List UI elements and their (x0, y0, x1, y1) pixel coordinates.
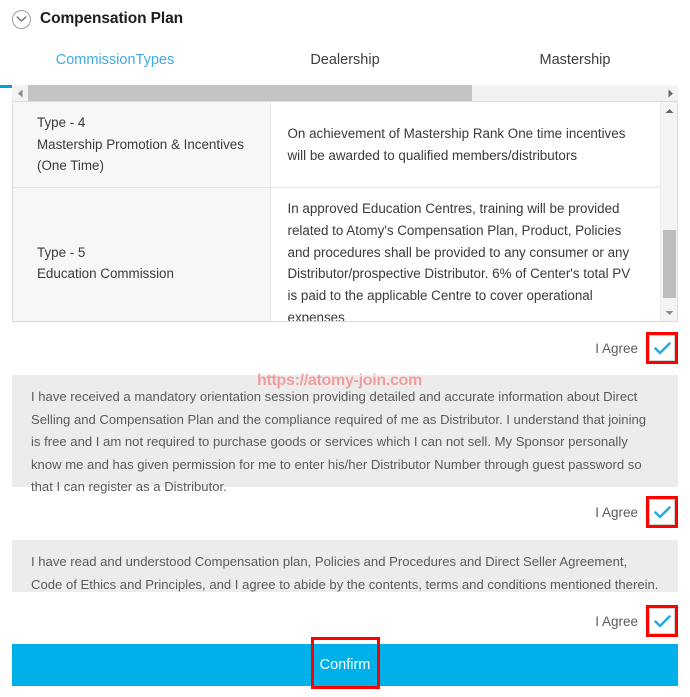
agree-checkbox-2[interactable] (649, 499, 675, 525)
compensation-plan-page: Compensation Plan CommissionTypes Dealer… (0, 0, 690, 697)
type-line: Education Commission (37, 266, 174, 282)
confirm-button[interactable]: Confirm (12, 644, 678, 686)
commission-types-table-container: Type - 4 Mastership Promotion & Incentiv… (12, 101, 678, 322)
tab-commission-types-label: CommissionTypes (55, 52, 175, 68)
type-line: Mastership Promotion & Incentives (37, 136, 244, 152)
horizontal-scrollbar[interactable] (12, 85, 678, 101)
agree-checkbox-3[interactable] (649, 608, 675, 634)
checkbox-highlight-2 (646, 496, 678, 528)
checkbox-highlight-3 (646, 605, 678, 637)
table-cell-description: In approved Education Centres, training … (270, 187, 660, 321)
scroll-left-arrow-icon[interactable] (12, 85, 28, 101)
agree-label: I Agree (595, 504, 638, 520)
page-title: Compensation Plan (40, 10, 183, 27)
horizontal-scroll-track[interactable] (28, 85, 662, 101)
scroll-down-arrow-icon[interactable] (661, 304, 677, 321)
commission-types-table: Type - 4 Mastership Promotion & Incentiv… (13, 102, 660, 321)
type-line: (One Time) (37, 158, 104, 174)
checkbox-highlight-1 (646, 332, 678, 364)
agree-checkbox-1[interactable] (649, 335, 675, 361)
agreement-text-box-1: I have received a mandatory orientation … (12, 375, 678, 494)
scroll-right-arrow-icon[interactable] (662, 85, 678, 101)
table-cell-type: Type - 5 Education Commission (13, 187, 271, 321)
table-cell-type: Type - 4 Mastership Promotion & Incentiv… (13, 102, 271, 189)
agree-row-1: I Agree (595, 331, 678, 365)
agree-label: I Agree (595, 340, 638, 356)
confirm-button-label: Confirm (319, 657, 371, 673)
agree-row-2: I Agree (595, 495, 678, 529)
agreement-text-box-2: I have read and understood Compensation … (12, 540, 678, 592)
type-line: Type - 4 (37, 115, 86, 130)
scroll-up-arrow-icon[interactable] (661, 102, 677, 119)
vertical-scrollbar[interactable] (660, 102, 677, 321)
table-row: Type - 5 Education Commission In approve… (13, 187, 660, 321)
chevron-down-circle-icon[interactable] (12, 9, 31, 29)
horizontal-scroll-thumb[interactable] (28, 85, 472, 101)
tab-dealership-label: Dealership (310, 52, 380, 68)
agree-row-3: I Agree (595, 604, 678, 638)
vertical-scroll-thumb[interactable] (663, 230, 676, 298)
tab-mastership-label: Mastership (539, 52, 611, 68)
page-header: Compensation Plan (0, 0, 690, 38)
type-line: Type - 5 (37, 244, 86, 260)
table-cell-description: On achievement of Mastership Rank One ti… (270, 102, 660, 189)
commission-types-table-scroll[interactable]: Type - 4 Mastership Promotion & Incentiv… (13, 102, 660, 321)
tab-mastership[interactable]: Mastership (460, 44, 690, 84)
tab-commission-types[interactable]: CommissionTypes (0, 44, 230, 88)
table-row: Type - 4 Mastership Promotion & Incentiv… (13, 102, 660, 189)
tab-dealership[interactable]: Dealership (230, 44, 460, 84)
agree-label: I Agree (595, 613, 638, 629)
tab-bar: CommissionTypes Dealership Mastership (0, 44, 690, 88)
